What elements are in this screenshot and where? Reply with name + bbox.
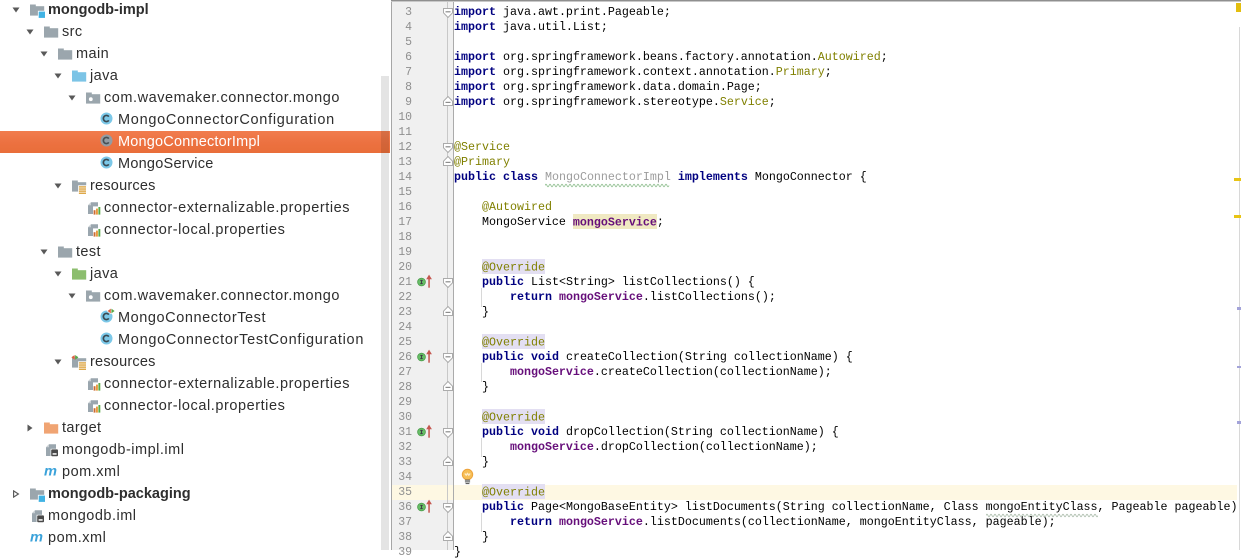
svg-text:m: m xyxy=(44,463,57,479)
svg-text:m: m xyxy=(30,529,43,545)
